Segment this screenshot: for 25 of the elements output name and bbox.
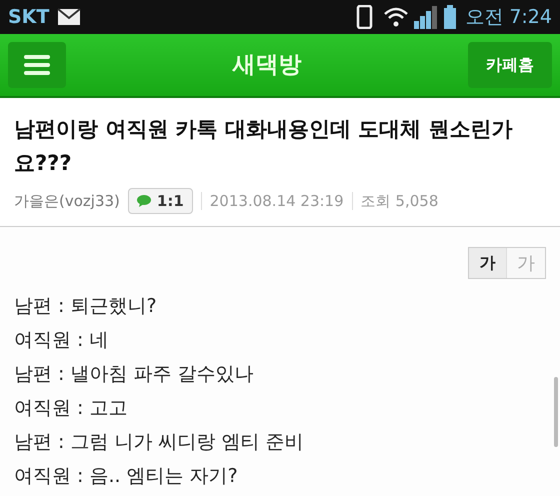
chat-bubble-icon <box>136 194 153 208</box>
view-count: 조회 5,058 <box>360 190 438 212</box>
menu-button[interactable] <box>8 42 66 88</box>
chat-line: 남편 : 낼아침 파주 갈수있나 <box>14 362 255 387</box>
chat-line: 여직원 : 고고 <box>14 396 128 421</box>
chat-button[interactable]: 1:1 <box>128 188 193 214</box>
phone-icon <box>355 5 376 29</box>
font-size-button[interactable]: 가 <box>469 248 507 278</box>
author: 가을은(vozj33) <box>14 190 120 212</box>
chat-line: 남편 : 퇴근했니? <box>14 294 158 319</box>
cafe-home-button[interactable]: 카페홈 <box>468 42 552 88</box>
carrier: SKT <box>8 4 50 30</box>
chat-line: 여직원 : 음.. 엠티는 자기? <box>14 464 239 489</box>
chat-line: 여직원 : 네 <box>14 328 110 353</box>
header-title: 새댁방 <box>232 50 302 80</box>
menu-icon <box>24 54 50 76</box>
mail-icon <box>57 7 82 27</box>
signal-icon <box>413 5 440 29</box>
post-date: 2013.08.14 23:19 <box>210 190 344 212</box>
chat-line: 남편 : 그럼 니가 씨디랑 엠티 준비 <box>14 430 305 455</box>
battery-icon <box>443 5 458 29</box>
wifi-icon <box>383 6 410 28</box>
scrollbar <box>554 377 558 447</box>
clock: 오전 7:24 <box>465 4 552 30</box>
post-title: 남편이랑 여직원 카톡 대화내용인데 도대체 뭔소린가요??? <box>14 116 514 177</box>
